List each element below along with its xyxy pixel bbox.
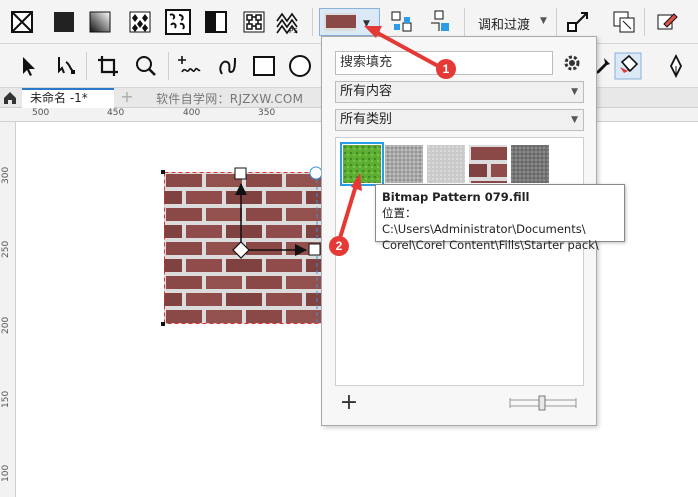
chevron-down-icon: ▼ [571,87,578,97]
chevron-down-icon: ▼ [571,115,578,125]
category-filter-select[interactable]: 所有类别 ▼ [335,109,584,131]
thumbnail-dark-gray[interactable] [511,145,549,183]
thumbnail-gray-noise[interactable] [385,145,423,183]
gear-icon[interactable] [560,51,584,75]
tooltip-location-path: Corel\Corel Content\Fills\Starter pack\ [382,238,599,252]
thumbnail-brown-brick[interactable] [469,145,507,183]
content-filter-value: 所有内容 [340,84,393,99]
fill-tooltip: Bitmap Pattern 079.fill 位置： C:\Users\Adm… [375,184,625,252]
thumbnail-green-grass[interactable] [340,142,384,186]
add-fill-button[interactable]: + [338,392,360,415]
content-filter-select[interactable]: 所有内容 ▼ [335,81,584,103]
thumbnail-light-gray[interactable] [427,145,465,183]
category-filter-value: 所有类别 [340,112,393,127]
fill-thumbnail-list[interactable] [335,137,584,386]
thumbnail-size-slider[interactable] [508,395,578,411]
annotation-badge-1: 1 [436,59,456,79]
tooltip-title: Bitmap Pattern 079.fill [382,190,530,204]
tooltip-location: 位置： C:\Users\Administrator\Documents\ [382,206,586,236]
annotation-badge-2: 2 [329,236,349,256]
